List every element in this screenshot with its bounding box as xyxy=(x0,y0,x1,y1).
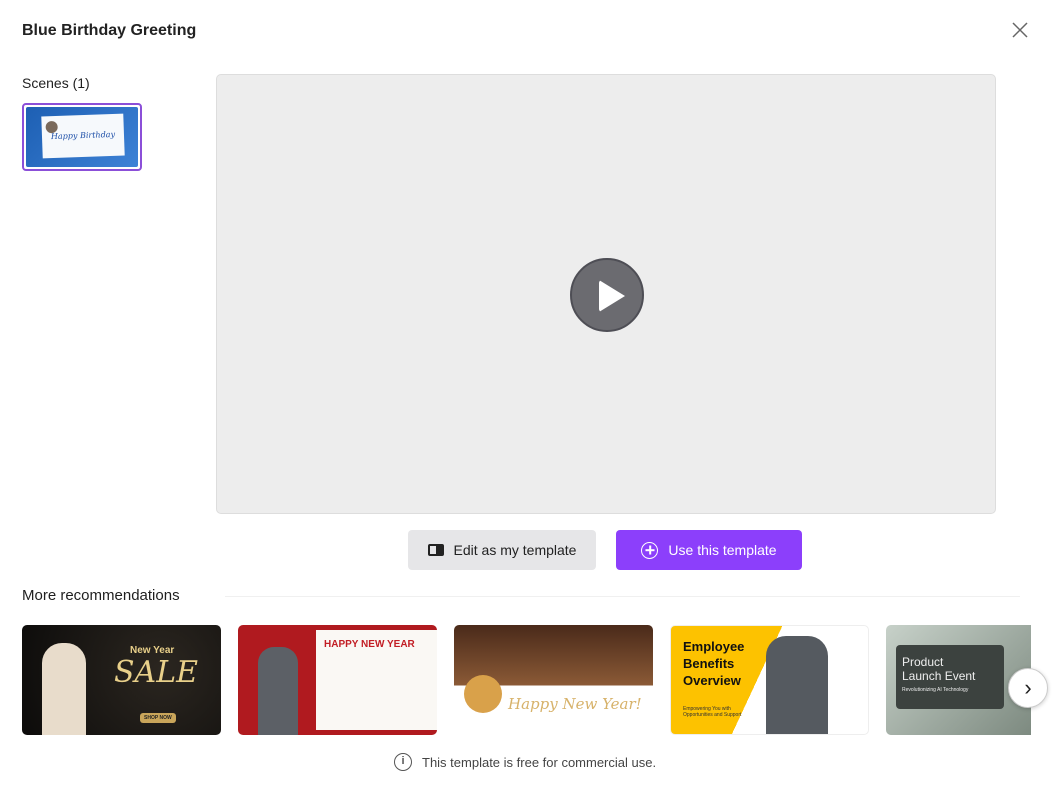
play-button[interactable] xyxy=(570,258,644,332)
plus-circle-icon xyxy=(641,541,659,559)
info-icon: i xyxy=(394,753,412,771)
presenter-image xyxy=(766,636,828,734)
scene-thumbnail[interactable]: Happy Birthday xyxy=(22,103,142,171)
card-text: Happy New Year! xyxy=(508,695,642,713)
recommendation-card[interactable]: New Year SALE SHOP NOW xyxy=(22,625,221,735)
close-icon[interactable] xyxy=(1010,20,1030,40)
scene-thumb-text: Happy Birthday xyxy=(50,129,116,142)
recommendation-card[interactable]: HAPPY NEW YEAR xyxy=(238,625,437,735)
license-text: This template is free for commercial use… xyxy=(422,754,657,770)
divider xyxy=(225,596,1020,597)
card-text: Launch Event xyxy=(902,669,976,683)
presenter-image xyxy=(464,675,502,713)
scenes-label: Scenes (1) xyxy=(22,75,90,91)
dialog-title: Blue Birthday Greeting xyxy=(22,22,197,39)
edit-as-my-template-button[interactable]: Edit as my template xyxy=(408,530,596,570)
card-text: Revolutionizing AI Technology xyxy=(902,687,969,693)
card-text: Empowering You with Opportunities and Su… xyxy=(683,706,742,718)
card-text: SALE xyxy=(114,655,199,690)
template-icon xyxy=(427,544,444,556)
card-text: Product xyxy=(902,655,944,669)
chevron-right-icon: › xyxy=(1024,675,1032,700)
video-preview[interactable] xyxy=(216,74,996,514)
recommendation-card[interactable]: Employee Benefits Overview Empowering Yo… xyxy=(670,625,869,735)
card-text: Employee xyxy=(683,639,745,654)
presenter-image xyxy=(42,643,86,735)
edit-label: Edit as my template xyxy=(453,542,577,558)
recommendations-title: More recommendations xyxy=(22,587,180,604)
card-text: Overview xyxy=(683,673,741,688)
use-label: Use this template xyxy=(668,542,777,558)
license-note: i This template is free for commercial u… xyxy=(394,753,656,771)
presenter-image xyxy=(258,647,298,735)
card-text: HAPPY NEW YEAR xyxy=(324,639,415,650)
recommendation-card[interactable]: Happy New Year! xyxy=(454,625,653,735)
use-this-template-button[interactable]: Use this template xyxy=(616,530,802,570)
next-arrow-button[interactable]: › xyxy=(1008,668,1048,708)
card-text: SHOP NOW xyxy=(140,713,176,723)
card-text: Benefits xyxy=(683,656,735,671)
